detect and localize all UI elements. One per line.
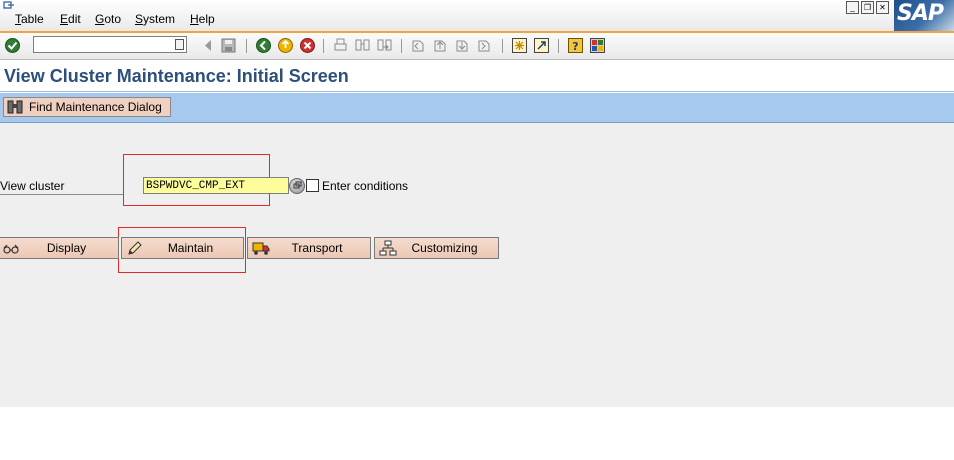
menu-system[interactable]: System (135, 12, 175, 26)
maintain-button-label: Maintain (167, 241, 214, 255)
last-page-icon[interactable] (476, 37, 493, 54)
display-button-label: Display (46, 241, 87, 255)
toolbar-separator (502, 39, 503, 53)
close-icon[interactable]: ✕ (876, 1, 889, 14)
enter-conditions-label: Enter conditions (322, 179, 409, 193)
find-next-icon[interactable] (376, 37, 393, 54)
find-icon[interactable] (354, 37, 371, 54)
next-page-icon[interactable] (454, 37, 471, 54)
find-maintenance-dialog-label: Find Maintenance Dialog (29, 100, 162, 114)
maintain-button[interactable]: Maintain (121, 237, 244, 259)
truck-icon (252, 242, 270, 255)
layout-menu-icon[interactable] (589, 37, 606, 54)
menu-bar: Table Edit Goto System Help _ ❐ ✕ SAP (0, 0, 954, 33)
first-page-icon[interactable] (410, 37, 427, 54)
menu-goto[interactable]: Goto (95, 12, 121, 26)
create-session-icon[interactable] (511, 37, 528, 54)
enter-conditions-checkbox[interactable] (306, 179, 319, 192)
standard-toolbar: ? (0, 33, 954, 60)
customizing-button[interactable]: Customizing (374, 237, 499, 259)
help-icon[interactable]: ? (567, 37, 584, 54)
toolbar-separator (558, 39, 559, 53)
title-bar: View Cluster Maintenance: Initial Screen (0, 60, 954, 92)
save-icon[interactable] (220, 37, 237, 54)
command-input[interactable] (34, 37, 168, 53)
main-content: View cluster Enter conditions Display Ma… (0, 123, 954, 407)
customizing-button-label: Customizing (411, 241, 478, 255)
back-icon[interactable] (200, 37, 217, 54)
menu-edit[interactable]: Edit (60, 12, 81, 26)
shortcut-icon[interactable] (533, 37, 550, 54)
toolbar-separator (323, 39, 324, 53)
transport-button[interactable]: Transport (247, 237, 371, 259)
hierarchy-icon (379, 240, 397, 256)
command-history-icon[interactable] (175, 39, 184, 50)
application-toolbar: Find Maintenance Dialog (0, 93, 954, 123)
toolbar-separator (401, 39, 402, 53)
menu-help[interactable]: Help (190, 12, 215, 26)
binoculars-icon (7, 100, 23, 114)
print-icon[interactable] (332, 37, 349, 54)
previous-page-icon[interactable] (432, 37, 449, 54)
enter-icon[interactable] (4, 37, 21, 54)
sap-logo: SAP (894, 0, 954, 31)
sap-logo-text: SAP (897, 1, 944, 26)
menu-table[interactable]: Table (15, 12, 44, 26)
back-arrow-icon[interactable] (255, 37, 272, 54)
view-cluster-label: View cluster (0, 178, 123, 195)
find-maintenance-dialog-button[interactable]: Find Maintenance Dialog (3, 97, 171, 117)
svg-text:?: ? (572, 40, 578, 53)
system-menu-icon[interactable] (3, 0, 15, 10)
value-help-icon[interactable] (289, 178, 305, 194)
command-field[interactable] (33, 36, 187, 53)
restore-icon[interactable]: ❐ (861, 1, 874, 14)
pencil-icon (128, 241, 142, 255)
transport-button-label: Transport (291, 241, 343, 255)
cancel-icon[interactable] (299, 37, 316, 54)
window-controls: _ ❐ ✕ (846, 1, 889, 14)
exit-icon[interactable] (277, 37, 294, 54)
view-cluster-input[interactable] (143, 177, 289, 194)
glasses-icon (3, 244, 19, 254)
minimize-icon[interactable]: _ (846, 1, 859, 14)
display-button[interactable]: Display (0, 237, 119, 259)
toolbar-separator (246, 39, 247, 53)
page-title: View Cluster Maintenance: Initial Screen (4, 66, 349, 86)
